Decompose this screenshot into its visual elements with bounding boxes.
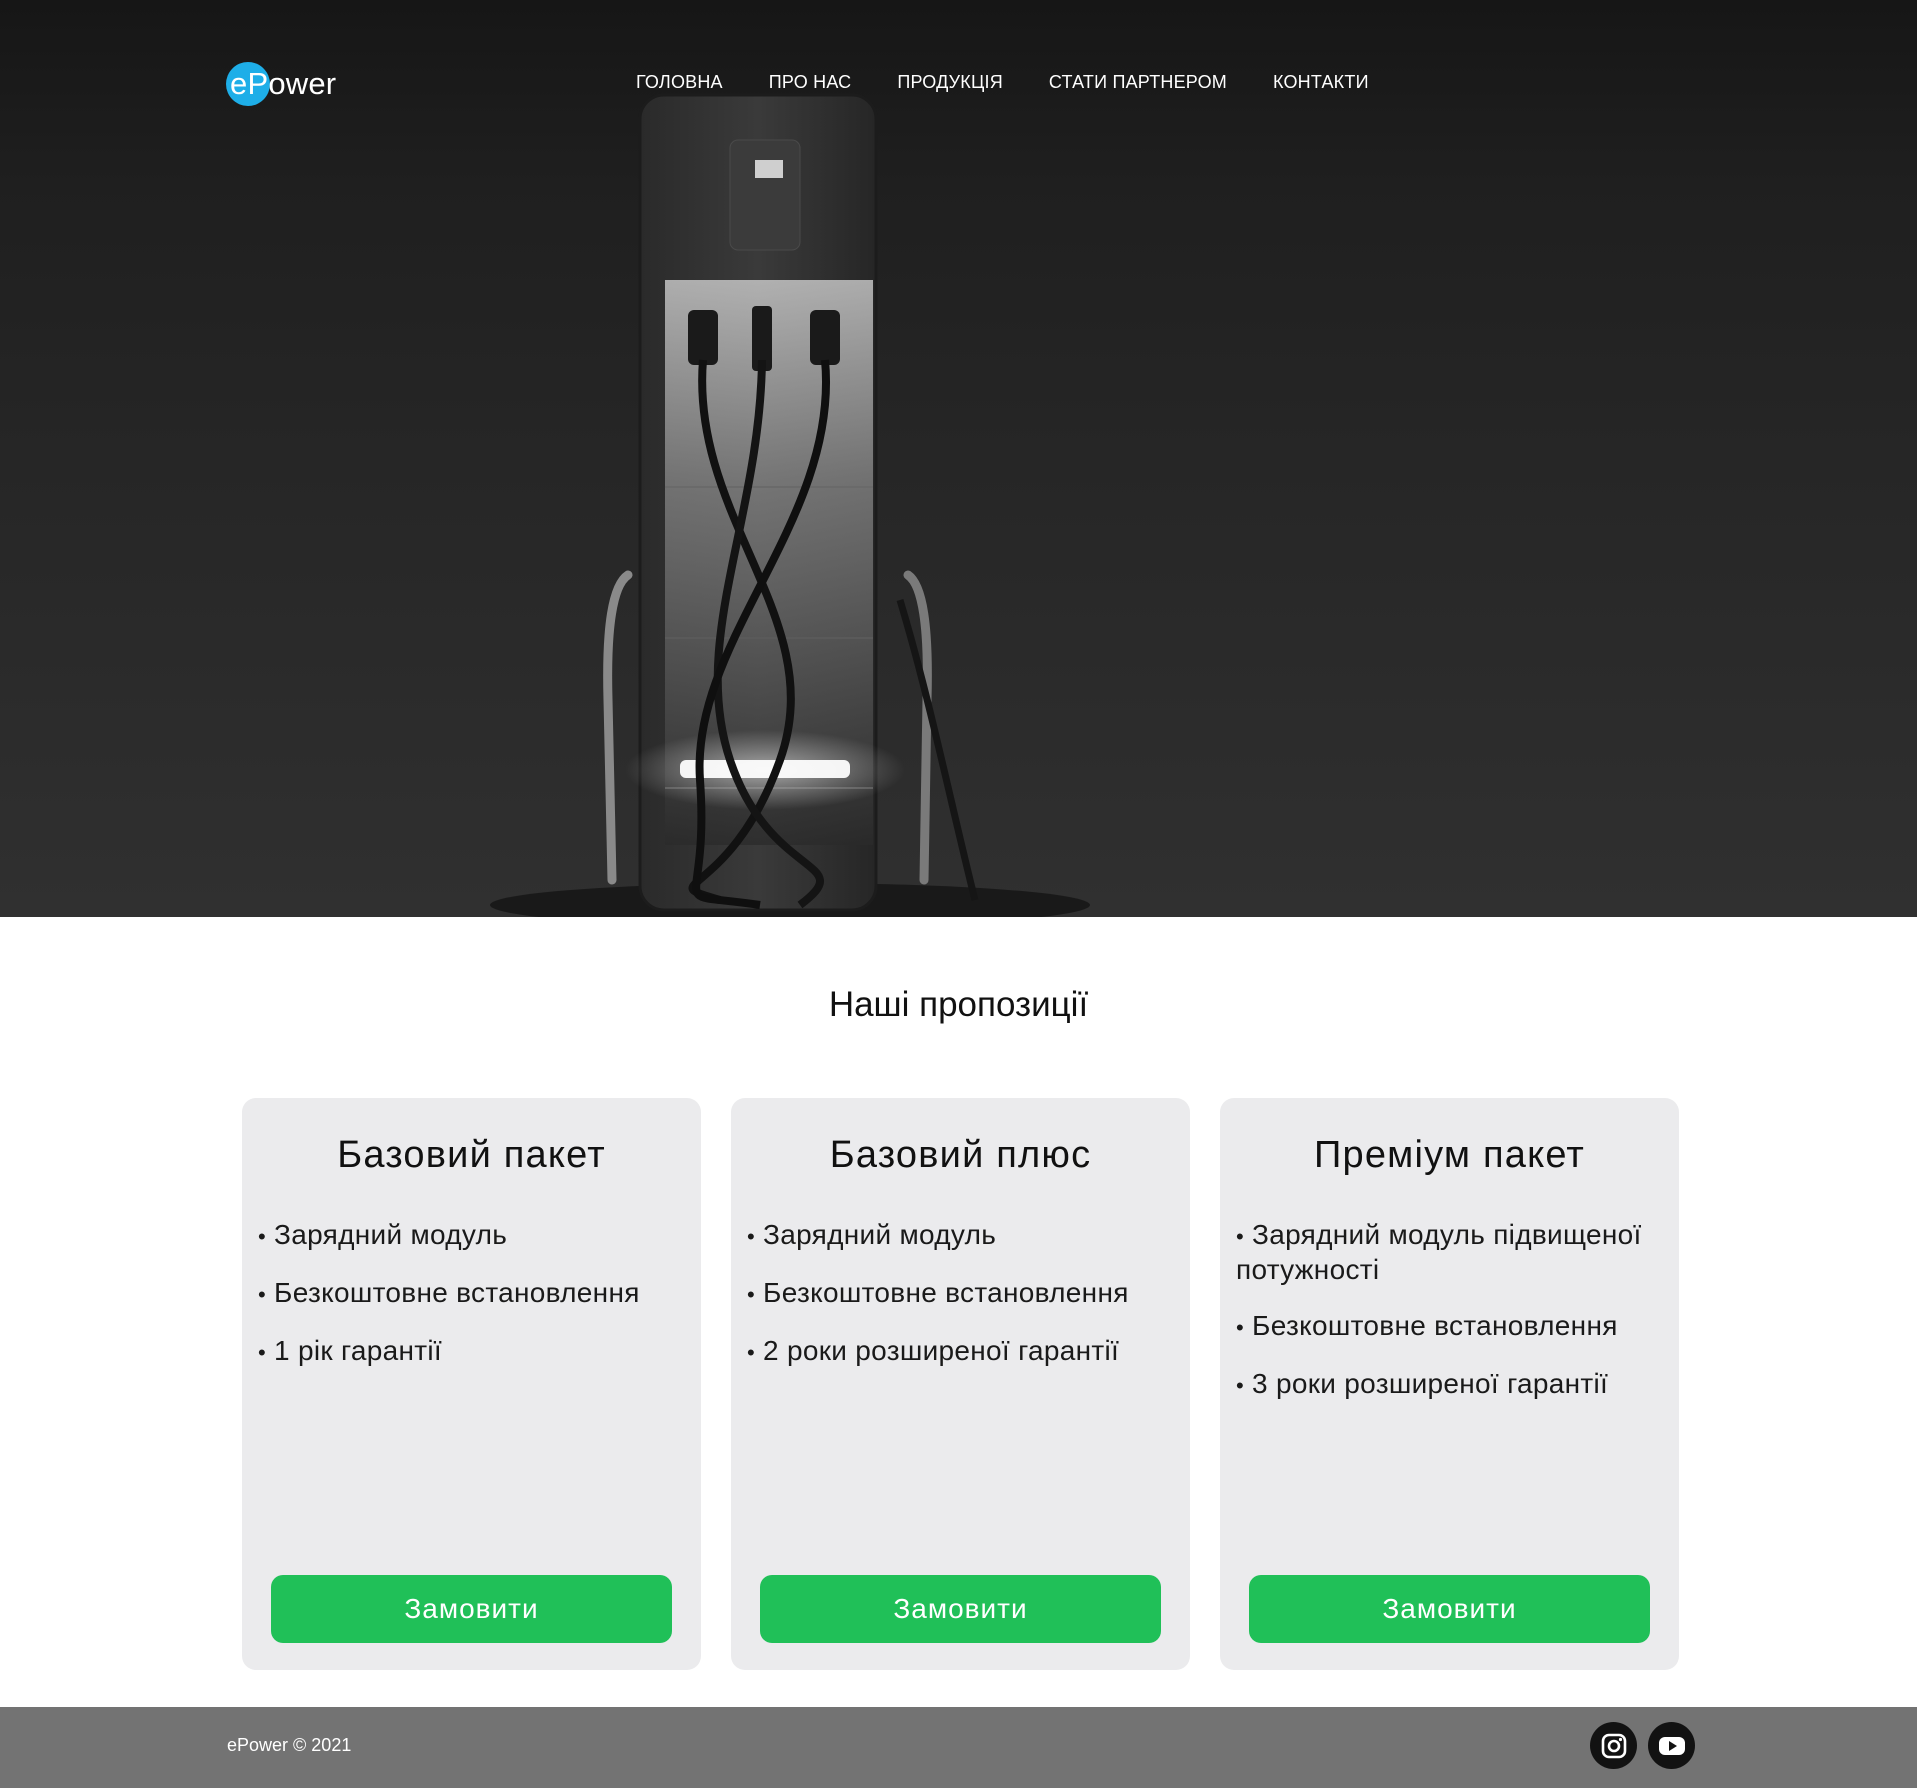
logo-text: ePower: [230, 66, 337, 101]
feature-list: Зарядний модуль Безкоштовне встановлення…: [747, 1218, 1178, 1392]
youtube-icon[interactable]: [1648, 1722, 1695, 1769]
nav-item-partner[interactable]: СТАТИ ПАРТНЕРОМ: [1049, 72, 1227, 93]
feature-item: Зарядний модуль: [747, 1218, 1178, 1253]
order-button[interactable]: Замовити: [760, 1575, 1161, 1643]
nav-item-products[interactable]: ПРОДУКЦІЯ: [897, 72, 1003, 93]
logo[interactable]: ePower: [226, 62, 336, 106]
nav-item-home[interactable]: ГОЛОВНА: [636, 72, 723, 93]
offer-card-premium: Преміум пакет Зарядний модуль підвищеної…: [1220, 1098, 1679, 1670]
feature-item: 2 роки розширеної гарантії: [747, 1334, 1178, 1369]
feature-item: Безкоштовне встановлення: [1236, 1309, 1667, 1344]
order-button[interactable]: Замовити: [271, 1575, 672, 1643]
social-links: [1590, 1722, 1695, 1769]
feature-item: Безкоштовне встановлення: [747, 1276, 1178, 1311]
offer-card-title: Преміум пакет: [1313, 1134, 1586, 1176]
nav-item-contacts[interactable]: КОНТАКТИ: [1273, 72, 1369, 93]
copyright-text: ePower © 2021: [227, 1735, 352, 1755]
offers-title: Наші пропозиції: [828, 985, 1089, 1024]
offer-card-title: Базовий плюс: [829, 1134, 1092, 1176]
footer: ePower © 2021: [0, 1707, 1917, 1788]
offer-card-basic: Базовий пакет Зарядний модуль Безкоштовн…: [242, 1098, 701, 1670]
main-nav: ГОЛОВНА ПРО НАС ПРОДУКЦІЯ СТАТИ ПАРТНЕРО…: [636, 72, 1369, 93]
feature-list: Зарядний модуль Безкоштовне встановлення…: [258, 1218, 689, 1392]
feature-list: Зарядний модуль підвищеної потужності Бе…: [1236, 1218, 1667, 1425]
offer-card-title: Базовий пакет: [337, 1134, 606, 1176]
offers-cards: Базовий пакет Зарядний модуль Безкоштовн…: [242, 1098, 1679, 1670]
feature-item: 3 роки розширеної гарантії: [1236, 1367, 1667, 1402]
hero-banner: ePower ГОЛОВНА ПРО НАС ПРОДУКЦІЯ СТАТИ П…: [0, 0, 1917, 917]
feature-item: Безкоштовне встановлення: [258, 1276, 689, 1311]
feature-item: Зарядний модуль підвищеної потужності: [1236, 1218, 1667, 1286]
feature-item: 1 рік гарантії: [258, 1334, 689, 1369]
instagram-icon[interactable]: [1590, 1722, 1637, 1769]
order-button[interactable]: Замовити: [1249, 1575, 1650, 1643]
nav-item-about[interactable]: ПРО НАС: [769, 72, 852, 93]
ev-charger-image: [490, 93, 1090, 917]
offer-card-basic-plus: Базовий плюс Зарядний модуль Безкоштовне…: [731, 1098, 1190, 1670]
feature-item: Зарядний модуль: [258, 1218, 689, 1253]
